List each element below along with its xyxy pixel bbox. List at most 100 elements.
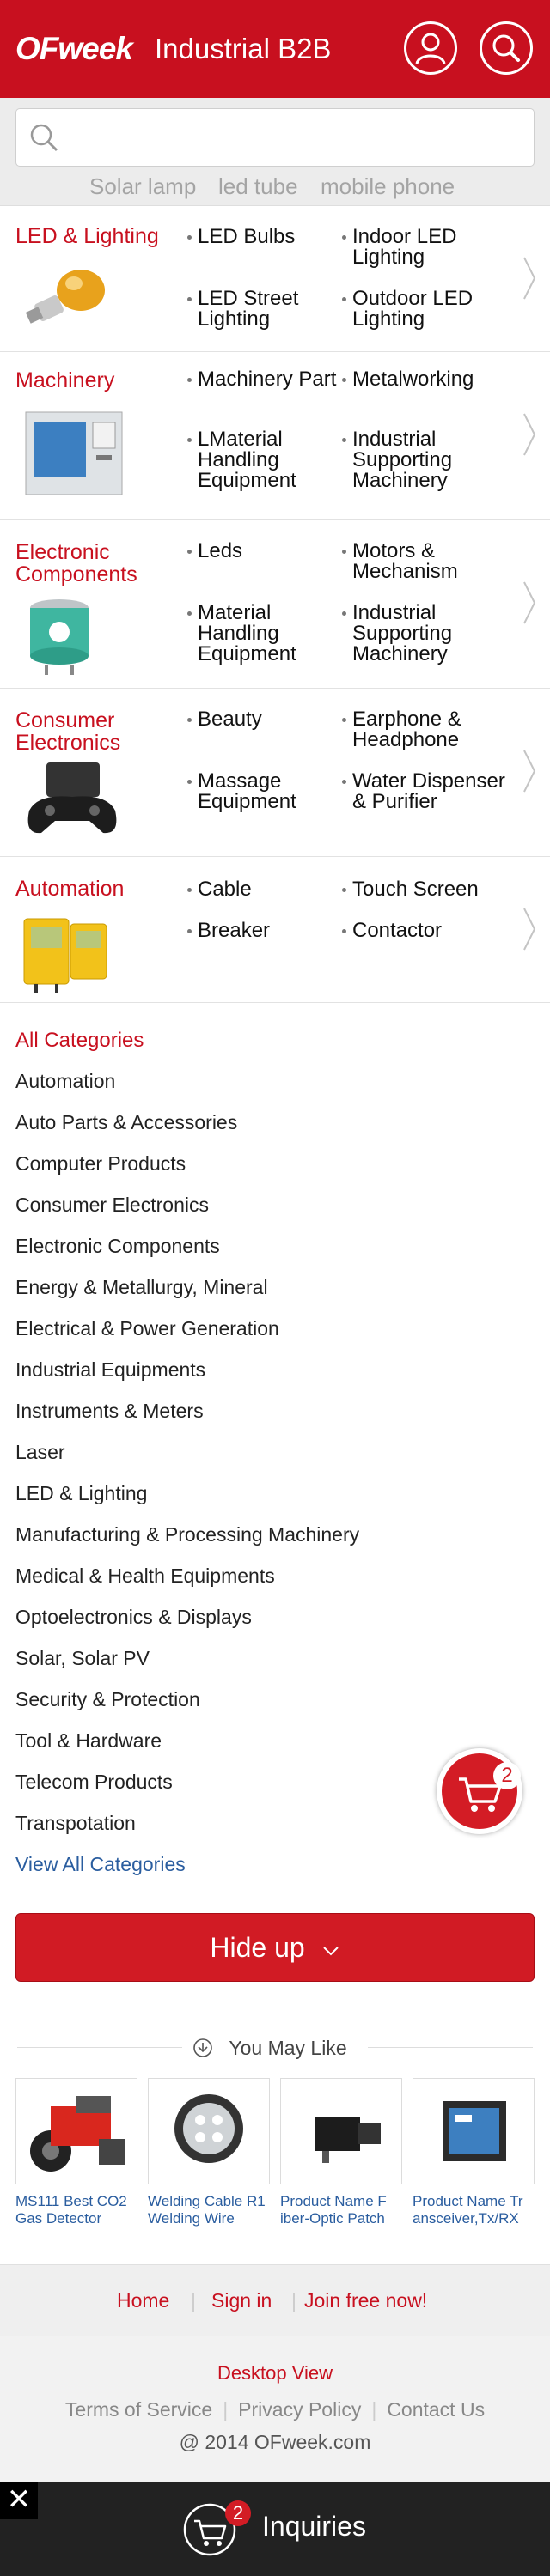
chevron-right-icon[interactable] [521, 254, 538, 302]
subcategory[interactable]: Indoor LED Lighting [342, 227, 507, 268]
subcategory[interactable]: LED Bulbs [186, 227, 295, 247]
subcategory[interactable]: Touch Screen [342, 879, 479, 900]
category-link[interactable]: Electrical & Power Generation [15, 1317, 279, 1340]
hot-keyword[interactable]: Solar lamp [89, 173, 196, 200]
magnifier-icon [30, 124, 58, 152]
subcategory[interactable]: Metalworking [341, 369, 474, 390]
subcategory[interactable]: Material Handling Equipment [187, 603, 344, 665]
hide-up-button[interactable]: Hide up [15, 1913, 535, 1982]
category-title[interactable]: Consumer Electronics [15, 709, 170, 754]
page-title: Industrial B2B [155, 33, 332, 64]
product-image[interactable] [148, 2078, 270, 2184]
product-name[interactable]: Product Name F iber-Optic Patch [280, 2193, 402, 2227]
separator: | [191, 2289, 196, 2312]
category-title[interactable]: LED & Lighting [15, 225, 159, 247]
footer-policy-links: Terms of Service | Privacy Policy | Contact … [0, 2398, 550, 2421]
separator: | [371, 2398, 377, 2421]
category-link[interactable]: Instruments & Meters [15, 1400, 204, 1423]
category-link[interactable]: Electronic Components [15, 1235, 220, 1258]
subcategory[interactable]: Beauty [187, 709, 262, 730]
subcategory[interactable]: Contactor [341, 920, 442, 941]
hot-keyword[interactable]: mobile phone [321, 173, 455, 200]
subcategory[interactable]: Machinery Part [187, 369, 344, 390]
subcategory[interactable]: Leds [186, 541, 242, 562]
chevron-down-icon [322, 1947, 339, 1956]
chevron-right-icon[interactable] [521, 905, 538, 953]
terms-link[interactable]: Terms of Service [65, 2398, 212, 2421]
footer-account-links: Home | Sign in | Join free now! [0, 2264, 550, 2336]
product-card[interactable]: Welding Cable R1 Welding Wire [148, 2078, 270, 2227]
category-link[interactable]: Industrial Equipments [15, 1358, 205, 1382]
category-link[interactable]: Auto Parts & Accessories [15, 1111, 237, 1134]
separator: | [223, 2398, 229, 2421]
inquiries-bar[interactable]: ✕ 2 Inquiries [0, 2482, 550, 2576]
category-link[interactable]: LED & Lighting [15, 1482, 147, 1505]
inquiries-label[interactable]: Inquiries [262, 2511, 366, 2543]
subcategory[interactable]: Industrial Supporting Machinery [342, 603, 507, 665]
subcategory[interactable]: Massage Equipment [187, 771, 344, 812]
subcategory[interactable]: Water Dispenser & Purifier [342, 771, 507, 812]
category-link[interactable]: Medical & Health Equipments [15, 1564, 275, 1588]
desktop-view-link[interactable]: Desktop View [0, 2362, 550, 2385]
search-icon[interactable] [480, 21, 533, 75]
category-title[interactable]: Machinery [15, 369, 114, 392]
category-link[interactable]: Automation [15, 1070, 115, 1093]
category-link[interactable]: Solar, Solar PV [15, 1647, 150, 1670]
copyright: @ 2014 OFweek.com [179, 2431, 371, 2453]
chevron-right-icon[interactable] [521, 579, 538, 627]
join-free-link[interactable]: Join free now! [304, 2289, 427, 2312]
chevron-right-icon[interactable] [521, 410, 538, 459]
automation-meter-image [23, 918, 107, 993]
ofweek-logo[interactable]: OFweek [15, 31, 133, 67]
subcategory[interactable]: Breaker [186, 920, 270, 941]
product-name[interactable]: Welding Cable R1 Welding Wire [148, 2193, 270, 2227]
product-card[interactable]: MS111 Best CO2 Gas Detector [15, 2078, 138, 2227]
category-title[interactable]: Automation [15, 878, 124, 900]
category-link[interactable]: Computer Products [15, 1152, 186, 1176]
category-link[interactable]: Security & Protection [15, 1688, 200, 1711]
close-icon[interactable]: ✕ [0, 2482, 38, 2519]
category-consumer-electronics[interactable]: Consumer Electronics Beauty Earphone & H… [0, 689, 550, 857]
account-icon[interactable] [404, 21, 457, 75]
top-header: OFweek Industrial B2B [0, 0, 550, 98]
category-link[interactable]: Energy & Metallurgy, Mineral [15, 1276, 268, 1299]
subcategory[interactable]: Industrial Supporting Machinery [342, 429, 507, 491]
product-card[interactable]: Product Name Tr ansceiver,Tx/RX [412, 2078, 535, 2227]
view-all-categories-link[interactable]: View All Categories [15, 1853, 186, 1876]
inquiries-count-badge: 2 [225, 2500, 251, 2526]
subcategory[interactable]: Outdoor LED Lighting [342, 289, 507, 330]
sign-in-link[interactable]: Sign in [211, 2289, 272, 2312]
privacy-link[interactable]: Privacy Policy [238, 2398, 361, 2421]
search-input[interactable] [70, 121, 516, 154]
home-link[interactable]: Home [117, 2289, 169, 2312]
category-link[interactable]: Manufacturing & Processing Machinery [15, 1523, 359, 1546]
product-image[interactable] [412, 2078, 535, 2184]
product-name[interactable]: Product Name Tr ansceiver,Tx/RX [412, 2193, 535, 2227]
category-led-lighting[interactable]: LED & Lighting LED Bulbs Indoor LED Ligh… [0, 206, 550, 352]
subcategory[interactable]: Cable [187, 879, 252, 900]
floating-cart-button[interactable]: 2 [437, 1748, 522, 1834]
chevron-right-icon[interactable] [521, 747, 538, 795]
led-bulb-image [25, 270, 105, 324]
product-image[interactable] [15, 2078, 138, 2184]
category-link[interactable]: Laser [15, 1441, 65, 1464]
category-electronic-components[interactable]: Electronic Components Leds Motors & Mech… [0, 520, 550, 689]
subcategory[interactable]: LMaterial Handling Equipment [187, 429, 344, 491]
search-box[interactable] [15, 108, 535, 167]
product-image[interactable] [280, 2078, 402, 2184]
category-link[interactable]: Telecom Products [15, 1771, 173, 1794]
category-link[interactable]: Consumer Electronics [15, 1194, 209, 1217]
category-link[interactable]: Transpotation [15, 1812, 136, 1835]
subcategory[interactable]: Earphone & Headphone [342, 709, 507, 750]
category-link[interactable]: Optoelectronics & Displays [15, 1606, 252, 1629]
product-name[interactable]: MS111 Best CO2 Gas Detector [15, 2193, 138, 2227]
category-title[interactable]: Electronic Components [15, 541, 170, 586]
subcategory[interactable]: LED Street Lighting [187, 289, 344, 330]
contact-link[interactable]: Contact Us [387, 2398, 485, 2421]
category-automation[interactable]: Automation Cable Touch Screen Breaker Co… [0, 857, 550, 1003]
hot-keyword[interactable]: led tube [218, 173, 298, 200]
subcategory[interactable]: Motors & Mechanism [342, 541, 507, 582]
category-machinery[interactable]: Machinery Machinery Part Metalworking LM… [0, 352, 550, 520]
category-link[interactable]: Tool & Hardware [15, 1729, 162, 1753]
product-card[interactable]: Product Name F iber-Optic Patch [280, 2078, 402, 2227]
